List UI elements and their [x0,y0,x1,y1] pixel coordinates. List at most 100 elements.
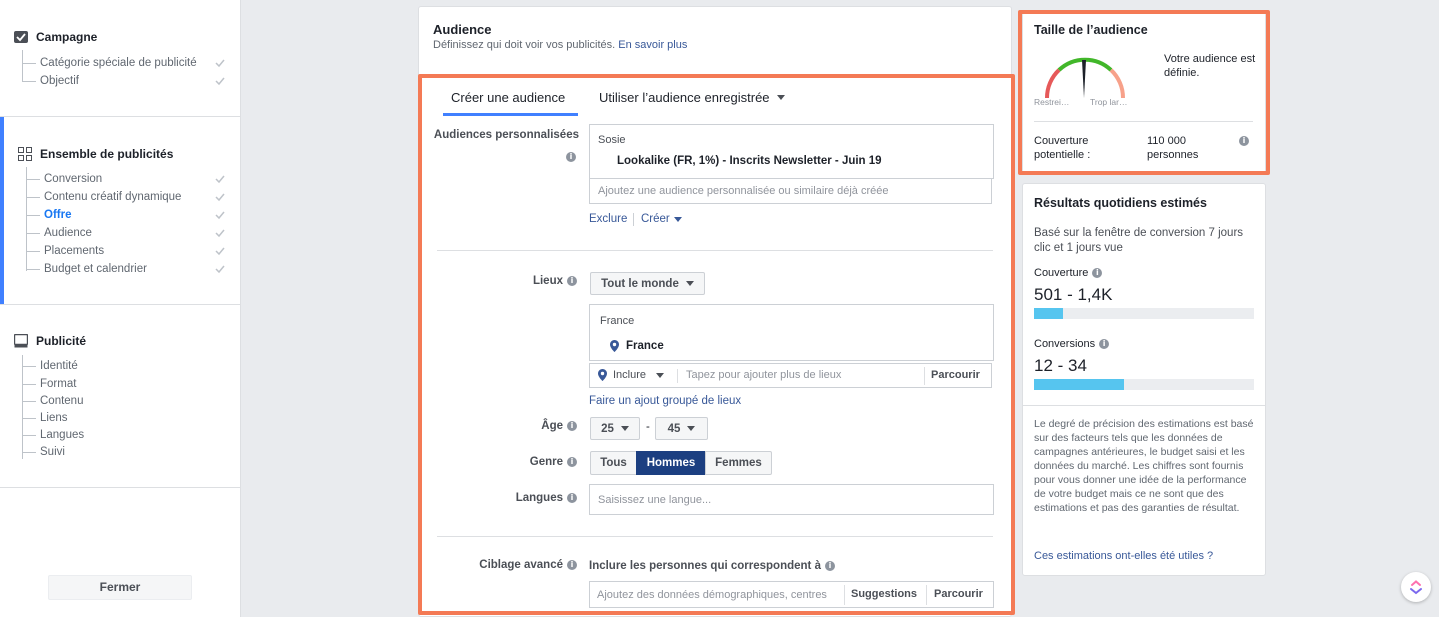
tab-create-audience[interactable]: Créer une audience [451,90,565,105]
audience-size-card: Taille de l’audience Restrei… Trop lar… … [1022,12,1266,173]
detailed-targeting-input[interactable]: Ajoutez des données démographiques, cent… [597,589,837,601]
location-token[interactable]: France [610,340,664,352]
section-divider [437,250,993,251]
daily-results-card: Résultats quotidiens estimés Basé sur la… [1022,183,1266,576]
sidebar-item-budget[interactable]: Budget et calendrier [26,263,147,275]
clickup-logo-icon[interactable] [1401,572,1431,602]
info-icon[interactable]: i [1239,136,1249,146]
info-icon[interactable]: i [1092,268,1103,278]
reach-bar [1034,308,1254,319]
info-icon[interactable]: i [567,421,577,431]
sidebar-section-title-adset[interactable]: Ensemble de publicités [18,147,173,161]
gender-men-button[interactable]: Hommes [636,451,706,475]
info-icon[interactable]: i [1099,339,1110,349]
custom-audiences-label: Audiences personnalisées [433,129,579,141]
monitor-icon [14,334,28,348]
info-icon[interactable]: i [824,561,835,571]
custom-audience-group: Sosie [598,134,626,146]
page-title: Audience [433,22,492,37]
bulk-locations-link[interactable]: Faire un ajout groupé de lieux [589,395,741,407]
section-divider [437,536,993,537]
sidebar-item-placements[interactable]: Placements [26,245,104,257]
location-search-input[interactable]: Tapez pour ajouter plus de lieux [686,369,841,381]
check-icon [215,193,225,202]
tab-saved-audience[interactable]: Utiliser l’audience enregistrée [599,90,785,105]
check-icon [215,265,225,274]
gender-all-button[interactable]: Tous [590,451,637,475]
custom-audience-selected-box: Sosie Lookalike (FR, 1%) - Inscrits News… [589,124,994,179]
sidebar-section-title-campaign[interactable]: Campagne [14,30,97,44]
locations-label: Lieux i [533,275,577,287]
results-conversions-label: Conversions i [1034,338,1110,350]
age-min-select[interactable]: 25 [590,417,640,440]
audience-status: Votre audience est définie. [1164,53,1256,79]
suggestions-button[interactable]: Suggestions [851,588,917,600]
age-label: Âge i [541,420,577,432]
check-icon [215,211,225,220]
map-pin-icon [610,340,619,352]
info-icon[interactable]: i [566,152,576,162]
locations-dropdown[interactable]: Tout le monde [590,272,705,295]
custom-audience-input[interactable]: Ajoutez une audience personnalisée ou si… [589,178,992,204]
sidebar-item-conversion[interactable]: Conversion [26,173,102,185]
sidebar-section-campaign: Campagne Catégorie spéciale de publicité… [0,0,240,117]
caret-down-icon [620,426,629,431]
info-icon[interactable]: i [567,493,577,503]
tab-active-indicator [443,113,578,116]
info-icon[interactable]: i [567,457,577,467]
sidebar-item-audience[interactable]: Audience [26,227,92,239]
check-icon [215,175,225,184]
results-disclaimer: Le degré de précision des estimations es… [1034,418,1254,514]
location-group: France [600,315,635,327]
sidebar-item-content[interactable]: Contenu [22,395,83,407]
sidebar: Campagne Catégorie spéciale de publicité… [0,0,241,617]
reach-bar-fill [1034,308,1063,319]
sidebar-item-languages[interactable]: Langues [22,429,84,441]
gauge-left-label: Restrei… [1034,97,1070,107]
browse-detailed-button[interactable]: Parcourir [934,588,983,600]
check-icon [215,229,225,238]
sidebar-section-adset: Ensemble de publicités Conversion Conten… [0,117,240,305]
caret-down-icon [687,426,696,431]
detailed-targeting-row: Ajoutez des données démographiques, cent… [589,581,994,608]
estimates-feedback-link[interactable]: Ces estimations ont-elles été utiles ? [1034,550,1213,562]
sidebar-item-objective[interactable]: Objectif [22,75,79,87]
browse-locations-button[interactable]: Parcourir [931,369,980,381]
close-button[interactable]: Fermer [48,575,192,600]
caret-down-icon [685,281,694,286]
exclude-link[interactable]: Exclure [589,213,627,225]
map-pin-icon [598,369,607,381]
conversions-bar [1034,379,1254,390]
audience-card: Audience Définissez qui doit voir vos pu… [418,6,1012,617]
sidebar-item-format[interactable]: Format [22,378,76,390]
sidebar-section-title-ad[interactable]: Publicité [14,334,86,348]
custom-audience-token[interactable]: Lookalike (FR, 1%) - Inscrits Newsletter… [617,155,882,167]
caret-down-icon [776,95,785,100]
results-conversions-value: 12 - 34 [1034,356,1087,375]
sidebar-item-special-category[interactable]: Catégorie spéciale de publicité [22,57,197,69]
include-dropdown[interactable]: Inclure [598,369,665,381]
gender-women-button[interactable]: Femmes [705,451,772,475]
detailed-targeting-label: Ciblage avancé i [479,559,577,571]
audience-size-title: Taille de l’audience [1034,23,1148,37]
check-icon [215,59,225,68]
sidebar-item-offer[interactable]: Offre [26,209,71,221]
link-separator [633,213,634,226]
info-icon[interactable]: i [567,560,577,570]
check-icon [215,247,225,256]
caret-down-icon [673,216,682,222]
age-max-select[interactable]: 45 [655,417,708,440]
caret-down-icon [656,372,665,378]
sidebar-item-identity[interactable]: Identité [22,360,78,372]
campaign-check-icon [14,31,28,43]
create-link[interactable]: Créer [641,213,682,225]
learn-more-link[interactable]: En savoir plus [618,39,687,51]
languages-label: Langues i [516,492,577,504]
gender-label: Genre i [530,456,577,468]
sidebar-item-tracking[interactable]: Suivi [22,446,65,458]
sidebar-item-links[interactable]: Liens [22,412,68,424]
languages-input[interactable]: Saisissez une langue... [589,484,994,515]
info-icon[interactable]: i [567,276,577,286]
potential-reach-value: 110 000 personnes [1147,135,1199,161]
sidebar-item-dynamic-creative[interactable]: Contenu créatif dynamique [26,191,181,203]
